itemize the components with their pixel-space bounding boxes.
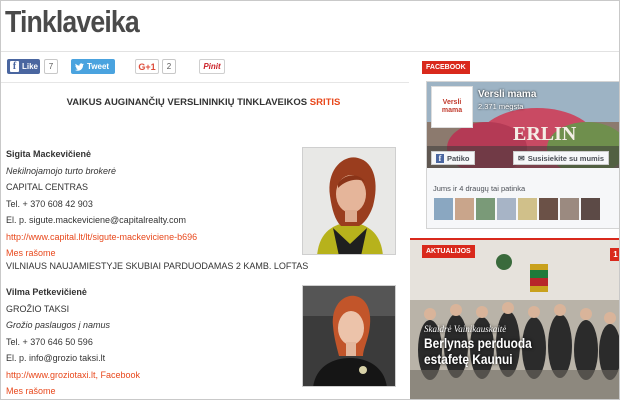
member-entry: Sigita Mackevičienė Nekilnojamojo turto …: [6, 146, 197, 262]
message-icon: ✉: [518, 153, 525, 163]
facebook-like-label: Like: [22, 62, 39, 71]
section-heading: VAIKUS AUGINANČIŲ VERSLININKIŲ TINKLAVEI…: [1, 97, 406, 108]
facebook-page-name[interactable]: Versli mama: [478, 89, 536, 100]
google-plus-button[interactable]: G+1: [135, 59, 159, 74]
member-name: Vilma Petkevičienė: [6, 287, 87, 297]
facebook-friends-text: Jums ir 4 draugų tai patinka: [433, 184, 526, 193]
friend-avatar[interactable]: [560, 198, 579, 220]
news-photo: [410, 240, 619, 399]
friend-avatar[interactable]: [539, 198, 558, 220]
section-heading-text: VAIKUS AUGINANČIŲ VERSLININKIŲ TINKLAVEI…: [66, 97, 308, 108]
page-title: Tinklaveika: [5, 4, 140, 39]
member-contact-link[interactable]: Mes rašome: [6, 245, 197, 262]
google-plus-count: 2: [162, 59, 176, 74]
facebook-message-button[interactable]: ✉ Susisiekite su mumis: [513, 151, 609, 165]
facebook-page-like-label: Patiko: [447, 153, 470, 163]
pinterest-pin-button[interactable]: Pinit: [199, 59, 225, 74]
member-photo-image: [303, 148, 395, 254]
facebook-friend-faces: [434, 198, 600, 220]
member-email[interactable]: El. p. info@grozio taksi.lt: [6, 350, 140, 367]
svg-text:ERLIN: ERLIN: [513, 123, 577, 145]
news-counter-badge: 1: [610, 248, 619, 261]
member-company: CAPITAL CENTRAS: [6, 182, 89, 192]
friend-avatar[interactable]: [497, 198, 516, 220]
member-photo: [302, 285, 396, 387]
facebook-page-logo: Versli mama: [431, 86, 473, 128]
share-divider: [1, 82, 409, 83]
friend-avatar[interactable]: [581, 198, 600, 220]
member-email[interactable]: El. p. sigute.mackeviciene@capitalrealty…: [6, 212, 197, 229]
member-entry: Vilma Petkevičienė GROŽIO TAKSI Grožio p…: [6, 284, 140, 399]
share-bar: f Like 7 Tweet G+1 2 Pinit: [7, 59, 402, 77]
twitter-bird-icon: [75, 62, 84, 71]
tweet-label: Tweet: [87, 62, 110, 71]
facebook-cover-image[interactable]: ERLIN Versli mama Versli mama 2.371 mėgs…: [427, 82, 619, 168]
page-frame: Tinklaveika f Like 7 Tweet G+1 2 Pinit V…: [0, 0, 620, 400]
member-role: Nekilnojamojo turto brokerė: [6, 165, 117, 176]
member-photo-image: [303, 286, 395, 386]
title-divider: [1, 51, 619, 52]
member-contact-link[interactable]: Mes rašome: [6, 383, 140, 399]
member-website-link[interactable]: http://www.capital.lt/lt/sigute-mackevic…: [6, 229, 197, 246]
facebook-like-count: 7: [44, 59, 58, 74]
facebook-like-button[interactable]: f Like: [7, 59, 40, 74]
sidebar: FACEBOOK ERLIN Versli mama Versli mama 2…: [410, 55, 619, 399]
member-role: Grožio paslaugos į namus: [6, 320, 111, 330]
section-heading-highlight: SRITIS: [309, 97, 341, 108]
friend-avatar[interactable]: [455, 198, 474, 220]
friend-avatar[interactable]: [434, 198, 453, 220]
member-phone: Tel. + 370 608 42 903: [6, 198, 93, 209]
facebook-icon: f: [10, 61, 19, 72]
facebook-page-like-button[interactable]: f Patiko: [431, 151, 475, 165]
facebook-page-widget: ERLIN Versli mama Versli mama 2.371 mėgs…: [426, 81, 619, 229]
facebook-message-label: Susisiekite su mumis: [527, 153, 604, 163]
news-widget[interactable]: 1 Skaidrė Vainikauskaitė Berlynas perduo…: [410, 238, 619, 399]
facebook-section-label: FACEBOOK: [422, 61, 470, 74]
facebook-page-likes: 2.371 mėgsta: [478, 102, 524, 111]
facebook-icon: f: [436, 153, 444, 163]
news-author: Skaidrė Vainikauskaitė: [424, 324, 507, 334]
member-listing-text: VILNIAUS NAUJAMIESTYJE SKUBIAI PARDUODAM…: [6, 261, 309, 271]
member-website-link[interactable]: http://www.groziotaxi.lt, Facebook: [6, 367, 140, 384]
news-section-label: AKTUALIJOS: [422, 245, 475, 258]
friend-avatar[interactable]: [476, 198, 495, 220]
member-name: Sigita Mackevičienė: [6, 149, 92, 159]
member-phone: Tel. + 370 646 50 596: [6, 336, 93, 347]
member-company: GROŽIO TAKSI: [6, 303, 70, 314]
tweet-button[interactable]: Tweet: [71, 59, 115, 74]
friend-avatar[interactable]: [518, 198, 537, 220]
member-photo: [302, 147, 396, 255]
news-headline[interactable]: Berlynas perduoda estafetę Kaunui: [424, 335, 577, 367]
